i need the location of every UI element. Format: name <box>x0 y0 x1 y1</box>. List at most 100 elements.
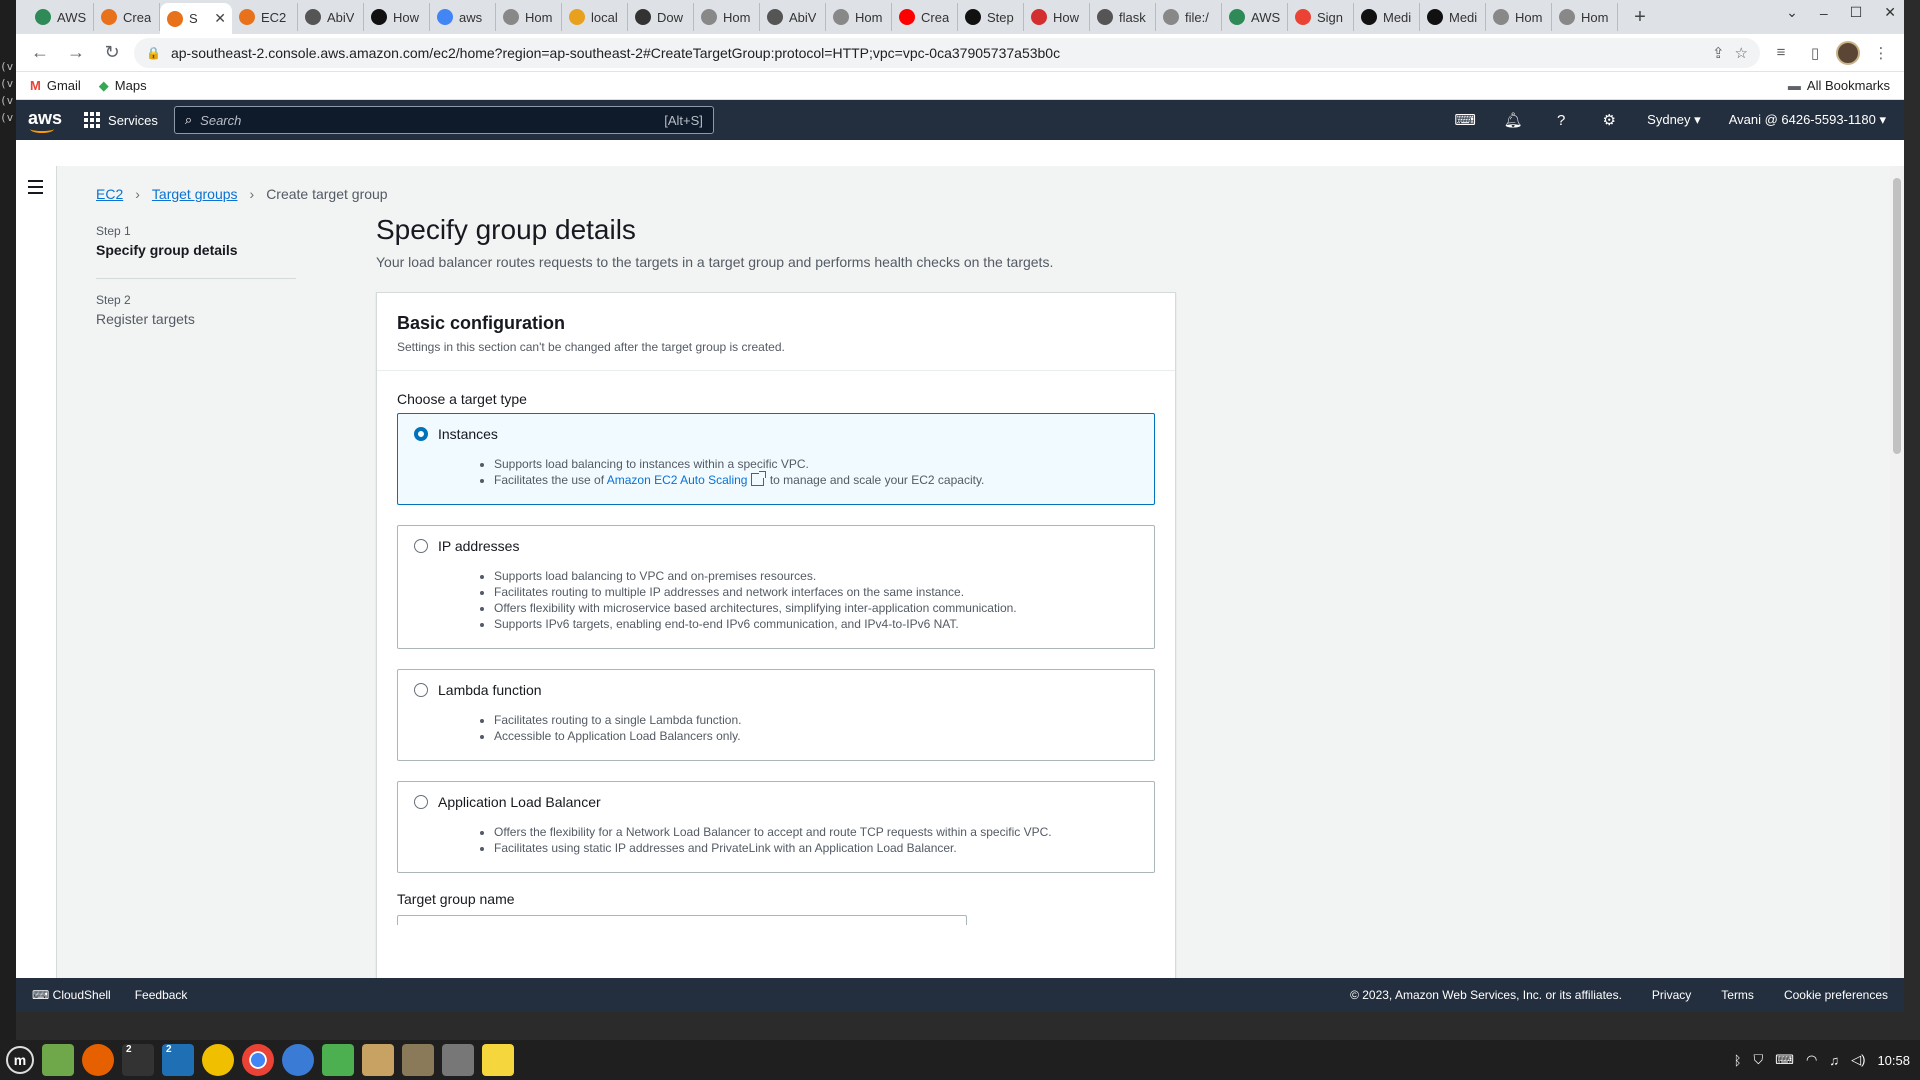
chrome-icon[interactable] <box>242 1044 274 1076</box>
tab[interactable]: Sign <box>1288 3 1354 31</box>
aws-logo[interactable]: aws <box>28 109 62 133</box>
account-menu[interactable]: Avani @ 6426-5593-1180 ▾ <box>1729 112 1886 128</box>
bookmark-gmail[interactable]: M Gmail <box>30 78 81 93</box>
breadcrumb-ec2[interactable]: EC2 <box>96 186 123 202</box>
tab[interactable]: AbiV <box>298 3 364 31</box>
cloudshell-icon[interactable]: ⌨ <box>1454 110 1476 130</box>
close-window-button[interactable]: ✕ <box>1884 4 1896 21</box>
music-icon[interactable]: ♫ <box>1829 1053 1839 1068</box>
tab[interactable]: Crea <box>94 3 160 31</box>
tab[interactable]: Medi <box>1420 3 1486 31</box>
hamburger-menu-icon[interactable] <box>28 180 43 198</box>
back-button[interactable]: ← <box>26 39 54 67</box>
services-menu[interactable]: Services <box>84 112 158 128</box>
power-app-icon[interactable] <box>202 1044 234 1076</box>
tab[interactable]: flask <box>1090 3 1156 31</box>
close-tab-icon[interactable]: ✕ <box>214 10 226 27</box>
clock-app-icon[interactable] <box>282 1044 314 1076</box>
shield-icon[interactable]: ⛉ <box>1754 1052 1764 1068</box>
tab[interactable]: local <box>562 3 628 31</box>
mint-menu-icon[interactable]: m <box>6 1046 34 1074</box>
radio-lambda[interactable] <box>414 683 428 697</box>
maximize-button[interactable]: ☐ <box>1850 4 1863 21</box>
breadcrumb-target-groups[interactable]: Target groups <box>152 186 238 202</box>
settings-gear-icon[interactable]: ⚙ <box>1599 110 1619 130</box>
feedback-button[interactable]: Feedback <box>135 988 188 1002</box>
url-text[interactable]: ap-southeast-2.console.aws.amazon.com/ec… <box>171 45 1702 61</box>
tab[interactable]: Crea <box>892 3 958 31</box>
tab[interactable]: Hom <box>1552 3 1618 31</box>
tab-search-icon[interactable]: ⌄ <box>1786 4 1798 21</box>
step-specify-group-details[interactable]: Specify group details <box>96 242 296 258</box>
keyboard-icon[interactable]: ⌨ <box>1775 1052 1794 1068</box>
cloudshell-button[interactable]: ⌨ CloudShell <box>32 988 111 1002</box>
scrollbar-thumb[interactable] <box>1893 178 1901 454</box>
privacy-link[interactable]: Privacy <box>1652 988 1691 1002</box>
new-tab-button[interactable]: + <box>1626 3 1654 31</box>
vscode-icon[interactable]: 2 <box>162 1044 194 1076</box>
external-link-icon[interactable] <box>751 471 767 486</box>
lock-icon[interactable]: 🔒 <box>146 46 161 60</box>
target-type-instances[interactable]: Instances Supports load balancing to ins… <box>397 413 1155 505</box>
target-type-ip-addresses[interactable]: IP addresses Supports load balancing to … <box>397 525 1155 649</box>
tab[interactable]: Hom <box>496 3 562 31</box>
notifications-bell-icon[interactable]: 🔔︎ <box>1503 110 1523 130</box>
radio-ip-addresses[interactable] <box>414 539 428 553</box>
bookmark-star-icon[interactable]: ☆ <box>1735 44 1748 62</box>
gimp-icon[interactable] <box>402 1044 434 1076</box>
wifi-icon[interactable]: ◠ <box>1806 1052 1817 1068</box>
help-icon[interactable]: ? <box>1551 110 1571 130</box>
region-selector[interactable]: Sydney ▾ <box>1647 112 1701 128</box>
auto-scaling-link[interactable]: Amazon EC2 Auto Scaling <box>607 473 748 487</box>
menu-kebab-icon[interactable]: ⋮ <box>1868 40 1894 66</box>
tab[interactable]: AbiV <box>760 3 826 31</box>
spreadsheet-icon[interactable] <box>322 1044 354 1076</box>
tab[interactable]: file:/ <box>1156 3 1222 31</box>
tab[interactable]: How <box>364 3 430 31</box>
tab[interactable]: Hom <box>1486 3 1552 31</box>
share-icon[interactable]: ⇪ <box>1712 44 1725 62</box>
firefox-icon[interactable] <box>82 1044 114 1076</box>
target-type-lambda[interactable]: Lambda function Facilitates routing to a… <box>397 669 1155 761</box>
tab[interactable]: aws <box>430 3 496 31</box>
bookmark-maps[interactable]: ◆ Maps <box>99 78 147 94</box>
terminal-icon[interactable]: 2 <box>122 1044 154 1076</box>
tab[interactable]: Hom <box>694 3 760 31</box>
tab[interactable]: Medi <box>1354 3 1420 31</box>
tab[interactable]: S ✕ <box>160 3 232 34</box>
target-group-name-input[interactable] <box>397 915 967 925</box>
favicon-icon <box>371 9 387 25</box>
tab[interactable]: Step <box>958 3 1024 31</box>
radio-instances[interactable] <box>414 427 428 441</box>
tab[interactable]: AWS <box>1222 3 1288 31</box>
tab[interactable]: Hom <box>826 3 892 31</box>
page-scrollbar[interactable] <box>1890 166 1904 978</box>
panel-subtitle: Settings in this section can't be change… <box>397 340 785 354</box>
side-panel-icon[interactable]: ▯ <box>1802 40 1828 66</box>
bluetooth-icon[interactable]: ᛒ <box>1734 1053 1742 1068</box>
cookie-preferences-link[interactable]: Cookie preferences <box>1784 988 1888 1002</box>
tab[interactable]: Dow <box>628 3 694 31</box>
radio-alb[interactable] <box>414 795 428 809</box>
favicon-icon <box>1295 9 1311 25</box>
tab[interactable]: How <box>1024 3 1090 31</box>
profile-avatar[interactable] <box>1836 40 1860 65</box>
clock[interactable]: 10:58 <box>1877 1053 1910 1068</box>
address-bar[interactable]: 🔒 ap-southeast-2.console.aws.amazon.com/… <box>134 37 1760 68</box>
media-controls-icon[interactable]: ≡ <box>1768 40 1794 66</box>
target-type-alb[interactable]: Application Load Balancer Offers the fle… <box>397 781 1155 873</box>
tab[interactable]: EC2 | <box>232 3 298 31</box>
aws-search-input[interactable]: ⌕ Search [Alt+S] <box>173 106 714 134</box>
tab[interactable]: AWS <box>28 3 94 31</box>
notes-icon[interactable] <box>482 1044 514 1076</box>
all-bookmarks-button[interactable]: ▬ All Bookmarks <box>1788 78 1890 93</box>
archive-icon[interactable] <box>362 1044 394 1076</box>
files-app-icon[interactable] <box>42 1044 74 1076</box>
page-description: Your load balancer routes requests to th… <box>376 254 1054 270</box>
volume-icon[interactable]: ◁) <box>1851 1052 1865 1068</box>
terms-link[interactable]: Terms <box>1721 988 1754 1002</box>
minimize-button[interactable]: – <box>1820 5 1828 21</box>
forward-button[interactable]: → <box>62 39 90 67</box>
network-app-icon[interactable] <box>442 1044 474 1076</box>
reload-button[interactable]: ↻ <box>98 39 126 67</box>
